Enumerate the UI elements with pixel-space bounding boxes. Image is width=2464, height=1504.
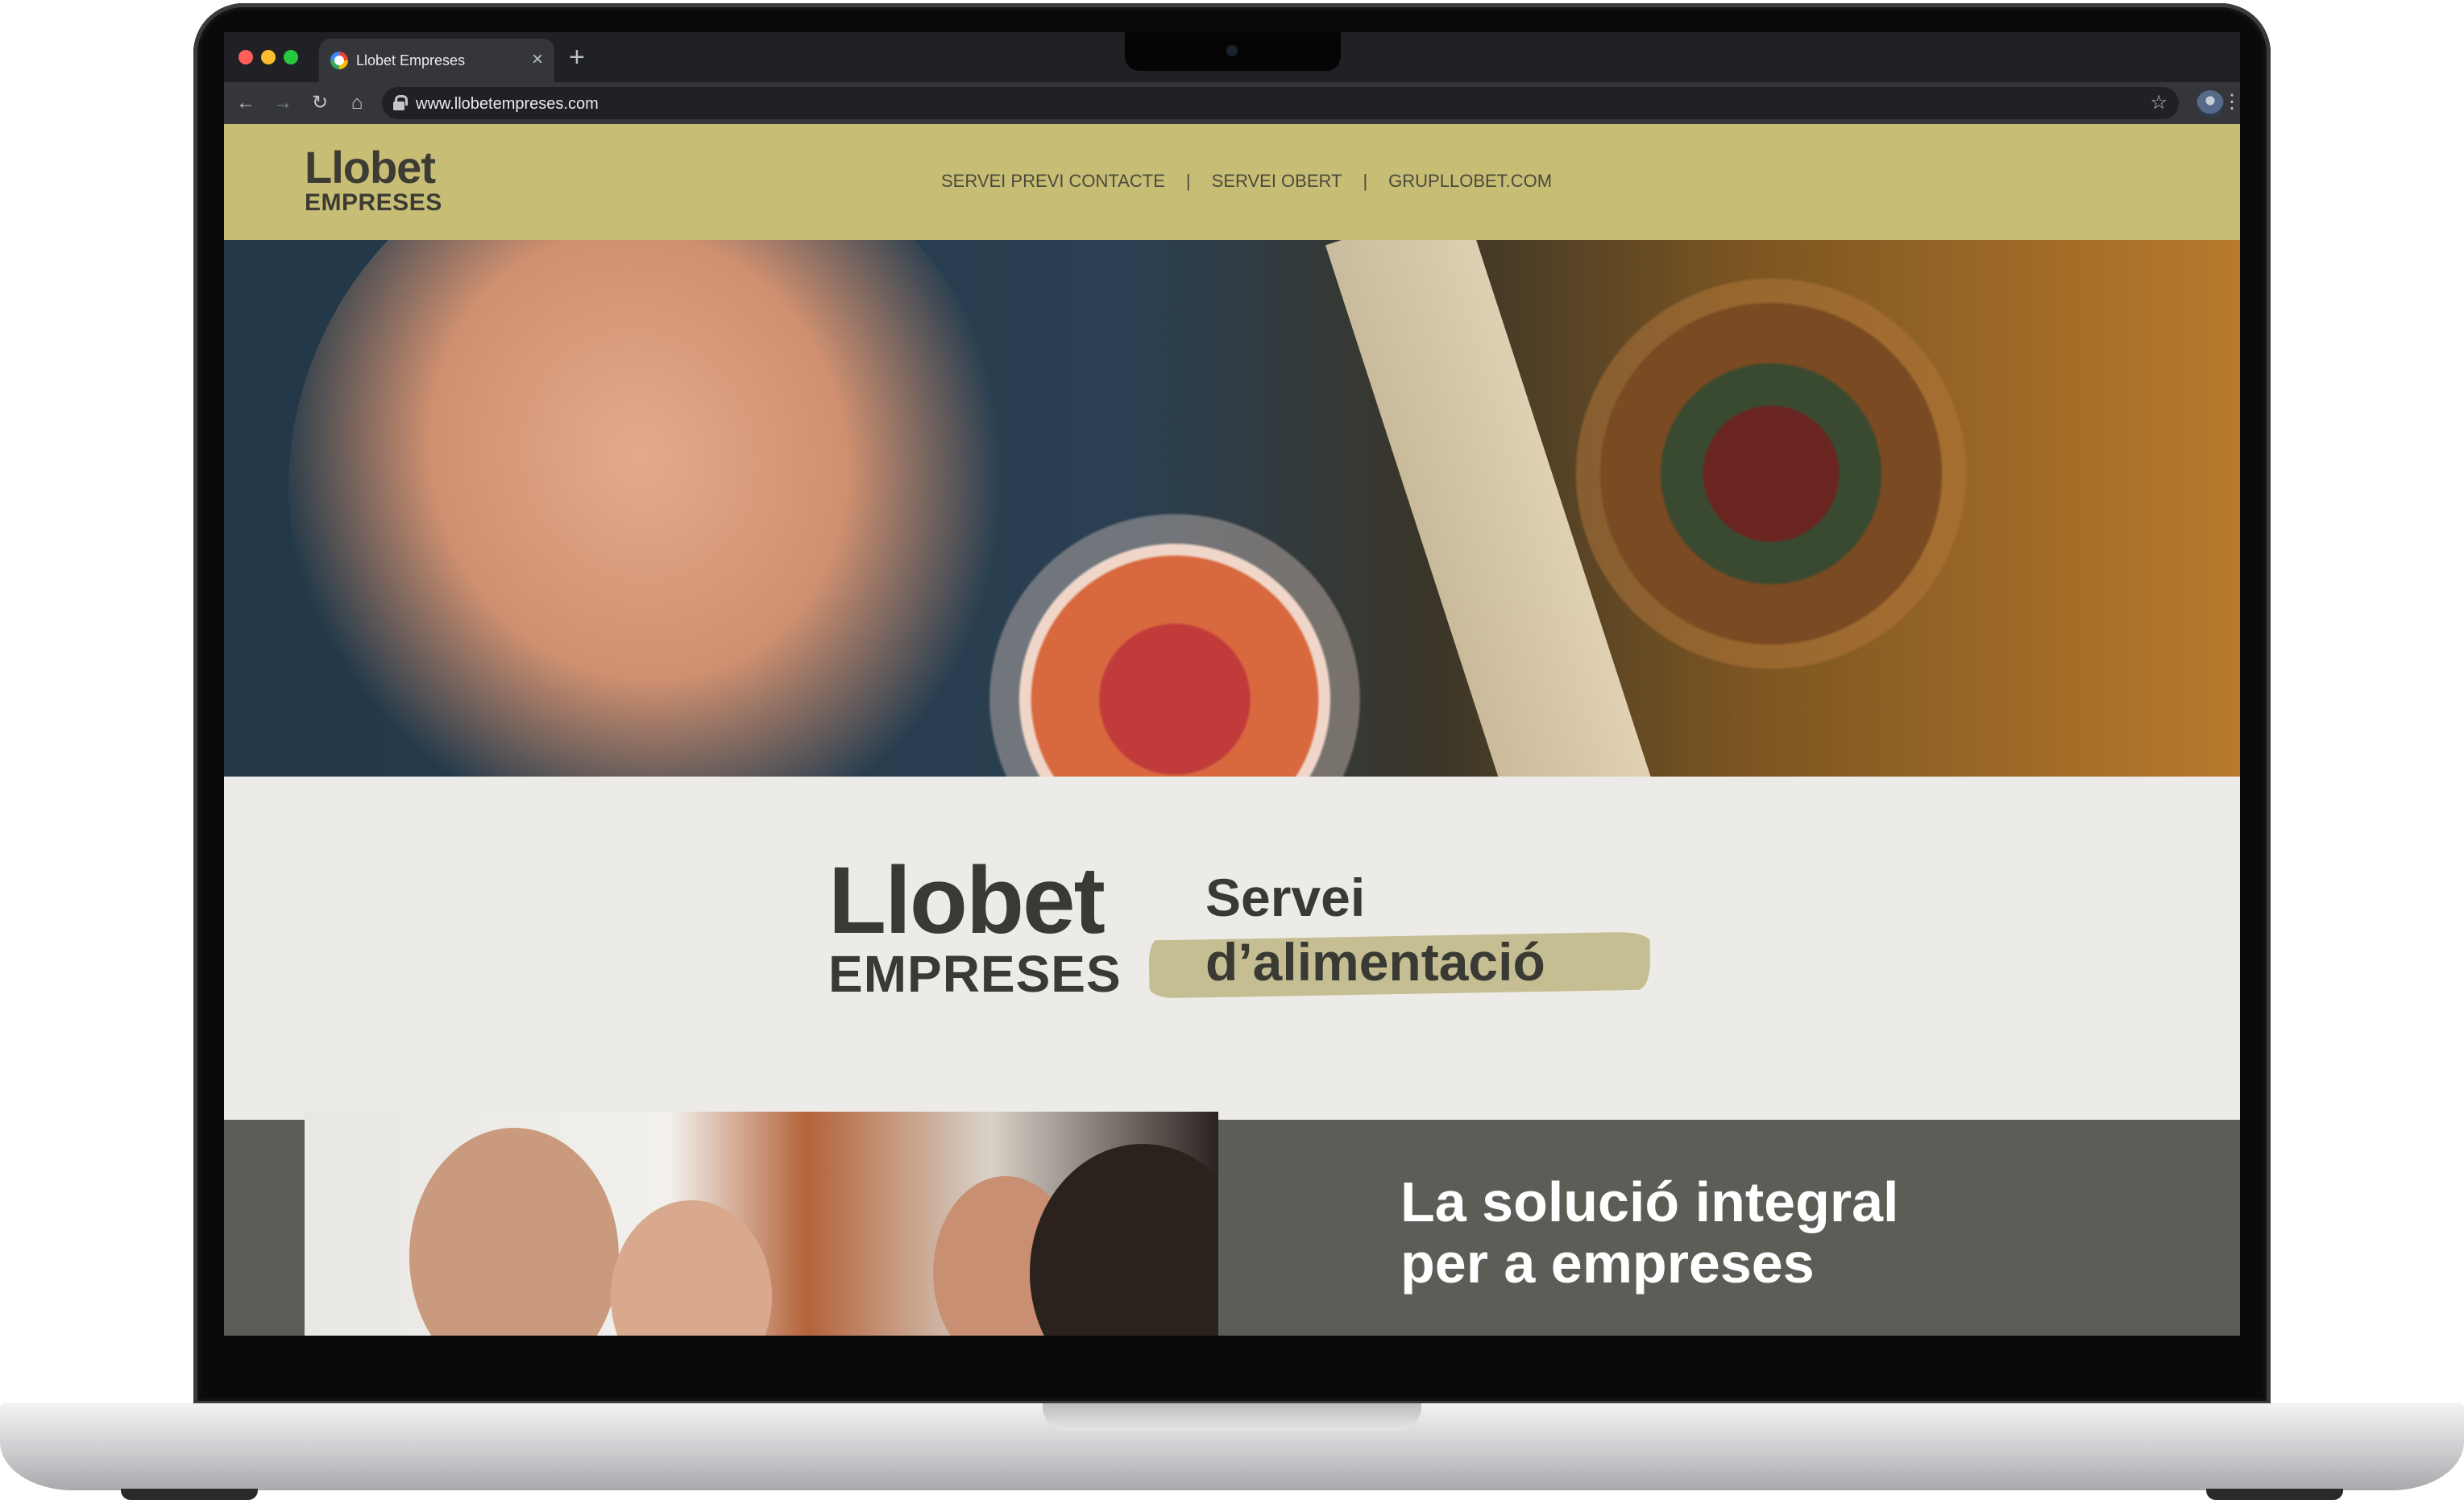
laptop-foot-left (121, 1489, 258, 1500)
profile-avatar[interactable] (2196, 90, 2224, 118)
team-person-shape (1030, 1144, 1218, 1336)
tagline-line2: d’alimentació (1205, 932, 1545, 992)
browser-menu-icon[interactable]: ⋮ (2222, 90, 2240, 114)
bookmark-star-icon[interactable]: ☆ (2150, 91, 2167, 114)
lock-icon (393, 95, 408, 111)
website: Llobet EMPRESES SERVEI PREVI CONTACTE | … (224, 124, 2240, 1336)
new-tab-button[interactable]: + (569, 44, 585, 71)
address-bar[interactable]: www.llobetempreses.com ☆ (382, 87, 2179, 119)
team-person-shape (409, 1128, 619, 1336)
hero-food-image (224, 240, 2240, 777)
team-person-shape (611, 1200, 772, 1336)
brand-logo: Llobet EMPRESES (828, 847, 1122, 1003)
browser-tab[interactable]: Llobet Empreses × (319, 39, 554, 82)
solution-title-line2: per a empreses (1400, 1232, 1815, 1295)
laptop-screen: Llobet Empreses × + ← → ↻ ⌂ www.llobetem… (224, 32, 2240, 1336)
nav-link-grupllobet[interactable]: GRUPLLOBET.COM (1388, 171, 1552, 192)
solution-title-line1: La solució integral (1400, 1170, 1899, 1233)
hero-jar-shape (1545, 272, 1997, 675)
window-close-button[interactable] (239, 50, 253, 64)
nav-separator: | (1363, 171, 1368, 191)
tagline-line1: Servei (1205, 868, 1366, 927)
tab-title: Llobet Empreses (356, 52, 466, 68)
brand-logo-line1: Llobet (828, 847, 1105, 954)
nav-link-servei-obert[interactable]: SERVEI OBERT (1212, 171, 1342, 192)
laptop-opening-groove (1043, 1403, 1421, 1431)
camera-notch (1125, 32, 1341, 71)
back-arrow-icon[interactable]: ← (234, 91, 258, 115)
forward-arrow-icon[interactable]: → (271, 91, 295, 115)
solution-title: La solució integral per a empreses (1400, 1171, 1898, 1294)
hero-salad-bowl-shape (965, 490, 1384, 777)
nav-separator: | (1185, 171, 1191, 191)
header-logo-line2: EMPRESES (305, 189, 442, 216)
reload-icon[interactable]: ↻ (308, 91, 332, 115)
team-photo (305, 1112, 1218, 1336)
brand-section: Llobet EMPRESES Servei d’alimentació (224, 777, 2240, 1112)
brand-logo-line2: EMPRESES (828, 945, 1122, 1003)
brand-tagline: Servei d’alimentació (1205, 865, 1545, 994)
camera-icon (1226, 45, 1238, 56)
tab-close-icon[interactable]: × (532, 48, 543, 71)
url-text[interactable]: www.llobetempreses.com (416, 95, 599, 114)
google-favicon-icon (330, 52, 348, 69)
main-nav: SERVEI PREVI CONTACTE | SERVEI OBERT | G… (941, 171, 1552, 192)
laptop-foot-right (2206, 1489, 2343, 1500)
nav-link-servei-previ-contacte[interactable]: SERVEI PREVI CONTACTE (941, 171, 1165, 192)
header-logo-line1: Llobet (305, 142, 436, 193)
browser-toolbar: ← → ↻ ⌂ www.llobetempreses.com ☆ ⋮ (224, 82, 2240, 124)
window-maximize-button[interactable] (284, 50, 298, 64)
site-header: Llobet EMPRESES SERVEI PREVI CONTACTE | … (224, 124, 2240, 240)
window-minimize-button[interactable] (261, 50, 276, 64)
home-icon[interactable]: ⌂ (345, 91, 369, 115)
header-logo[interactable]: Llobet EMPRESES (305, 145, 442, 216)
